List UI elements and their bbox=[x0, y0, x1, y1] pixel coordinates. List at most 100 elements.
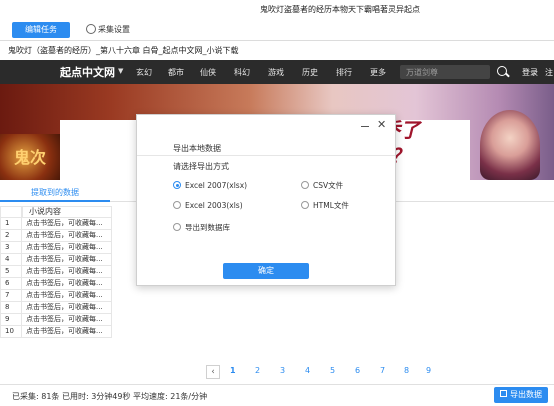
option-excel-2003[interactable]: Excel 2003(xls) bbox=[173, 201, 243, 211]
option-label: 导出到数据库 bbox=[185, 223, 230, 232]
radio-checked-icon[interactable] bbox=[173, 181, 181, 189]
title-bar: 鬼吹灯盗墓者的经历本物天下霸唱著灵异起点 编辑任务 采集设置 bbox=[0, 0, 554, 38]
option-html[interactable]: HTML文件 bbox=[301, 201, 349, 211]
table-row[interactable]: 5 点击书签后，可收藏每... bbox=[0, 266, 112, 278]
status-bar: 已采集: 81条 已用时: 3分钟49秒 平均速度: 21条/分钟 导出数据 bbox=[0, 384, 554, 406]
page-number[interactable]: 1 bbox=[230, 366, 236, 375]
row-cell[interactable]: 点击书签后，可收藏每... bbox=[22, 242, 112, 254]
row-cell[interactable]: 点击书签后，可收藏每... bbox=[22, 218, 112, 230]
export-data-label: 导出数据 bbox=[510, 390, 542, 399]
prev-page-button[interactable]: ‹ bbox=[206, 365, 220, 379]
nav-item[interactable]: 排行 bbox=[336, 67, 352, 78]
table-row[interactable]: 2 点击书签后，可收藏每... bbox=[0, 230, 112, 242]
page-number[interactable]: 2 bbox=[255, 366, 260, 375]
table-row[interactable]: 6 点击书签后，可收藏每... bbox=[0, 278, 112, 290]
row-index: 1 bbox=[0, 218, 22, 230]
site-logo[interactable]: 起点中文网 bbox=[60, 64, 115, 80]
radio-icon[interactable] bbox=[301, 201, 309, 209]
export-dialog: ✕ 导出本地数据 请选择导出方式 Excel 2007(xlsx) CSV文件 … bbox=[136, 114, 396, 286]
site-search-placeholder: 万道剑尊 bbox=[406, 68, 438, 77]
dialog-title: 导出本地数据 bbox=[173, 144, 221, 153]
site-nav-bar: 起点中文网 ▼ 玄幻 都市 仙侠 科幻 游戏 历史 排行 更多 万道剑尊 登录 … bbox=[0, 60, 554, 84]
table-row[interactable]: 4 点击书签后，可收藏每... bbox=[0, 254, 112, 266]
option-label: CSV文件 bbox=[313, 181, 344, 190]
nav-item[interactable]: 仙侠 bbox=[200, 67, 216, 78]
table-row[interactable]: 1 点击书签后，可收藏每... bbox=[0, 218, 112, 230]
table-corner bbox=[0, 206, 22, 218]
row-index: 2 bbox=[0, 230, 22, 242]
minimize-icon[interactable] bbox=[361, 126, 369, 127]
table-row[interactable]: 3 点击书签后，可收藏每... bbox=[0, 242, 112, 254]
page-number[interactable]: 4 bbox=[305, 366, 310, 375]
nav-item-more[interactable]: 更多 bbox=[370, 67, 386, 78]
nav-item[interactable]: 游戏 bbox=[268, 67, 284, 78]
site-search-input[interactable]: 万道剑尊 bbox=[400, 65, 490, 79]
collect-settings-button[interactable]: 采集设置 bbox=[86, 22, 130, 38]
row-cell[interactable]: 点击书签后，可收藏每... bbox=[22, 254, 112, 266]
row-cell[interactable]: 点击书签后，可收藏每... bbox=[22, 302, 112, 314]
export-data-button[interactable]: 导出数据 bbox=[494, 387, 548, 403]
app-window: 鬼吹灯盗墓者的经历本物天下霸唱著灵异起点 编辑任务 采集设置 鬼吹灯（盗墓者的经… bbox=[0, 0, 554, 406]
export-icon bbox=[500, 390, 507, 397]
option-csv[interactable]: CSV文件 bbox=[301, 181, 343, 191]
table-row[interactable]: 10 点击书签后，可收藏每... bbox=[0, 326, 112, 338]
row-cell[interactable]: 点击书签后，可收藏每... bbox=[22, 266, 112, 278]
divider bbox=[137, 155, 395, 156]
chevron-down-icon[interactable]: ▼ bbox=[118, 67, 123, 75]
pagination: ‹ 1 2 3 4 5 6 7 8 9 bbox=[0, 364, 554, 380]
row-index: 4 bbox=[0, 254, 22, 266]
banner-side-text: 鬼次 bbox=[14, 148, 47, 167]
radio-icon[interactable] bbox=[173, 223, 181, 231]
radio-icon[interactable] bbox=[301, 181, 309, 189]
row-cell[interactable]: 点击书签后，可收藏每... bbox=[22, 314, 112, 326]
page-url-title: 鬼吹灯（盗墓者的经历）_第八十六章 白骨_起点中文网_小说下载 bbox=[8, 46, 239, 55]
page-number[interactable]: 3 bbox=[280, 366, 285, 375]
row-index: 3 bbox=[0, 242, 22, 254]
option-label: HTML文件 bbox=[313, 201, 349, 210]
column-header[interactable]: 小说内容 bbox=[22, 206, 112, 218]
page-number[interactable]: 6 bbox=[355, 366, 360, 375]
table-row[interactable]: 9 点击书签后，可收藏每... bbox=[0, 314, 112, 326]
row-index: 6 bbox=[0, 278, 22, 290]
row-index: 8 bbox=[0, 302, 22, 314]
edit-task-button[interactable]: 编辑任务 bbox=[12, 22, 70, 38]
login-link[interactable]: 登录 bbox=[522, 67, 538, 78]
page-number[interactable]: 5 bbox=[330, 366, 335, 375]
option-excel-2007[interactable]: Excel 2007(xlsx) bbox=[173, 181, 247, 191]
nav-item[interactable]: 玄幻 bbox=[136, 67, 152, 78]
confirm-button[interactable]: 确定 bbox=[223, 263, 309, 279]
gear-icon bbox=[86, 23, 96, 34]
row-index: 7 bbox=[0, 290, 22, 302]
nav-item[interactable]: 都市 bbox=[168, 67, 184, 78]
close-icon[interactable]: ✕ bbox=[377, 118, 386, 131]
row-cell[interactable]: 点击书签后，可收藏每... bbox=[22, 326, 112, 338]
option-label: Excel 2003(xls) bbox=[185, 201, 243, 210]
table-row[interactable]: 8 点击书签后，可收藏每... bbox=[0, 302, 112, 314]
nav-item[interactable]: 历史 bbox=[302, 67, 318, 78]
nav-item[interactable]: 科幻 bbox=[234, 67, 250, 78]
url-bar: 鬼吹灯（盗墓者的经历）_第八十六章 白骨_起点中文网_小说下载 bbox=[0, 42, 554, 58]
search-icon[interactable] bbox=[497, 66, 507, 76]
collection-stats: 已采集: 81条 已用时: 3分钟49秒 平均速度: 21条/分钟 bbox=[12, 392, 208, 401]
table-row[interactable]: 7 点击书签后，可收藏每... bbox=[0, 290, 112, 302]
row-index: 5 bbox=[0, 266, 22, 278]
radio-icon[interactable] bbox=[173, 201, 181, 209]
page-number[interactable]: 8 bbox=[404, 366, 409, 375]
banner-character-image bbox=[480, 110, 540, 180]
banner-decoration: 鬼次 bbox=[0, 134, 60, 180]
row-index: 9 bbox=[0, 314, 22, 326]
collect-settings-label: 采集设置 bbox=[98, 25, 130, 34]
dialog-subtitle: 请选择导出方式 bbox=[173, 162, 229, 171]
option-database[interactable]: 导出到数据库 bbox=[173, 223, 230, 233]
option-label: Excel 2007(xlsx) bbox=[185, 181, 248, 190]
row-cell[interactable]: 点击书签后，可收藏每... bbox=[22, 290, 112, 302]
register-link[interactable]: 注 bbox=[545, 67, 553, 78]
row-index: 10 bbox=[0, 326, 22, 338]
page-number[interactable]: 9 bbox=[426, 366, 431, 375]
divider bbox=[0, 40, 554, 41]
tab-extracted-data[interactable]: 提取到的数据 bbox=[0, 184, 110, 202]
row-cell[interactable]: 点击书签后，可收藏每... bbox=[22, 278, 112, 290]
table-header: 小说内容 bbox=[0, 206, 112, 218]
page-number[interactable]: 7 bbox=[380, 366, 385, 375]
row-cell[interactable]: 点击书签后，可收藏每... bbox=[22, 230, 112, 242]
